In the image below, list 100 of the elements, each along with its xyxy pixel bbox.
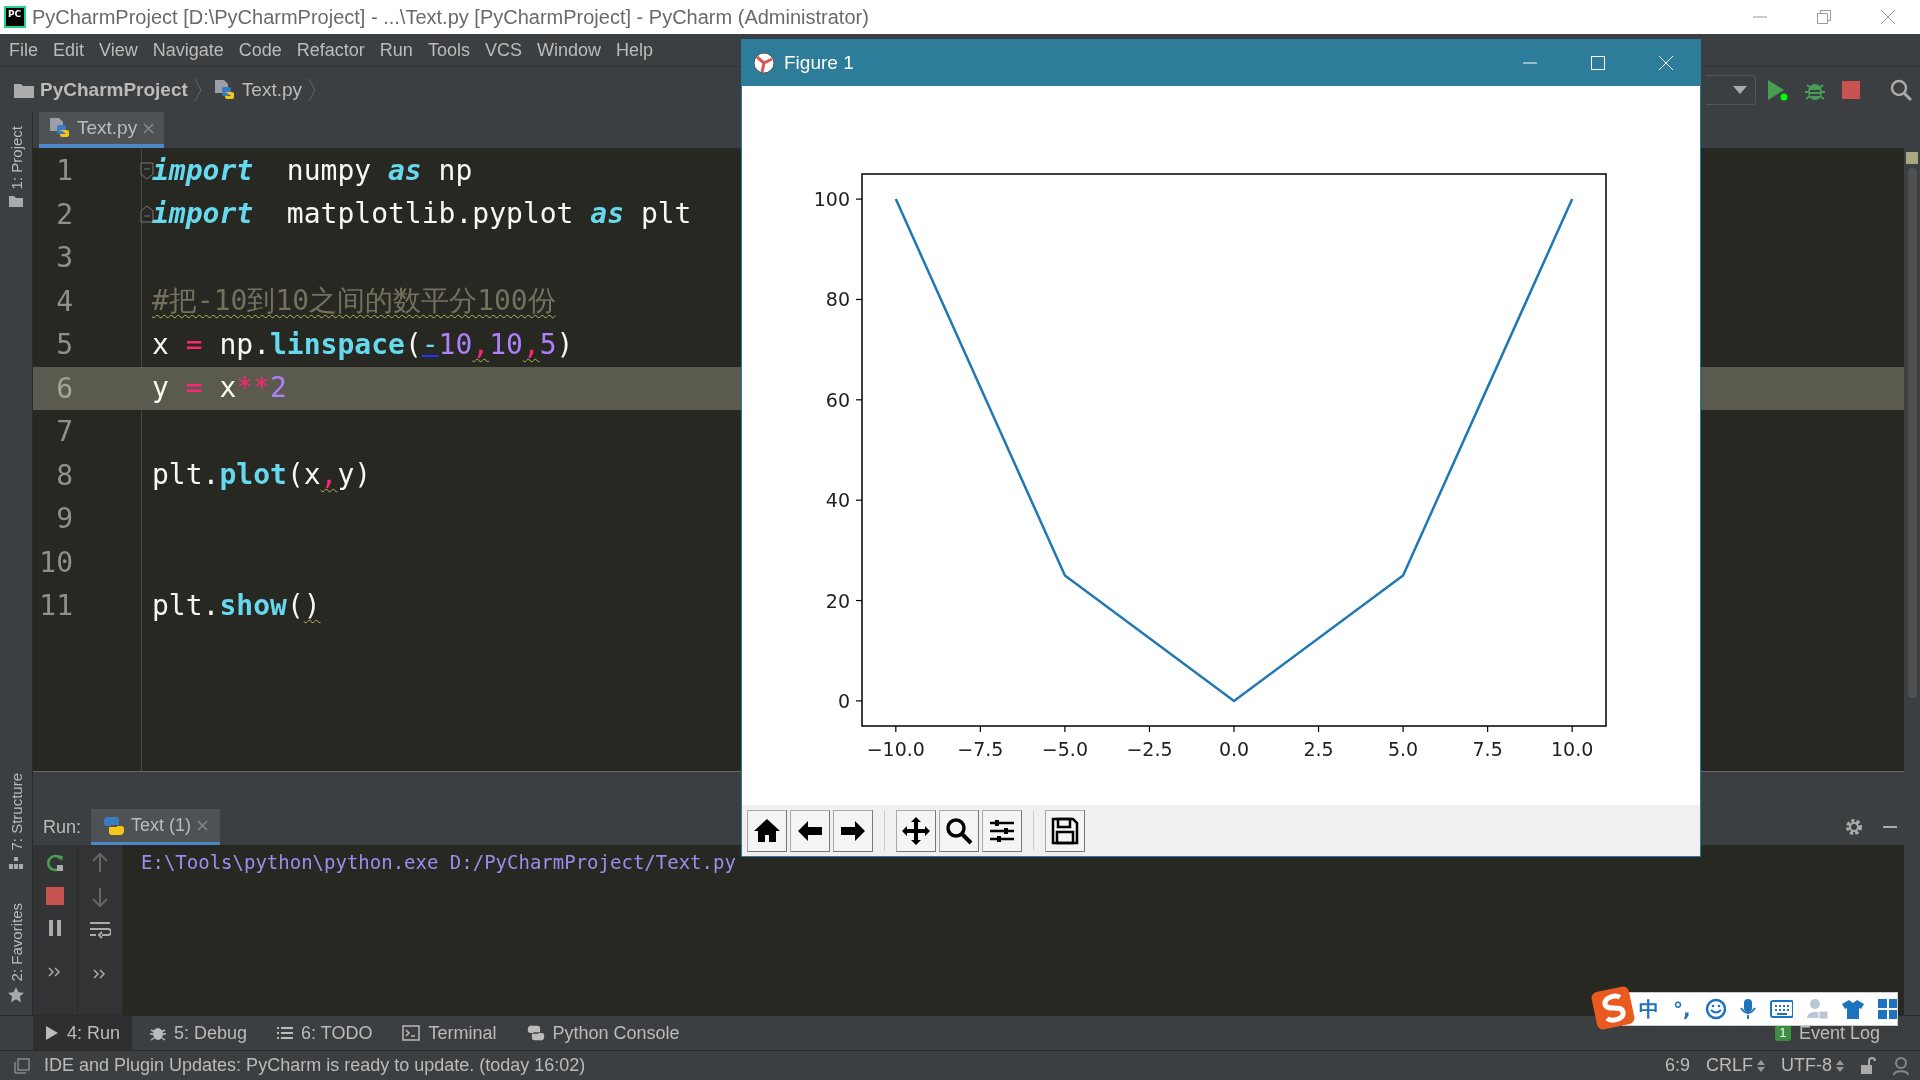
code-line: x = np.linspace(-10,10,5): [152, 326, 574, 363]
tool-window-button[interactable]: 2: Favorites: [7, 902, 25, 981]
grid-icon[interactable]: [1877, 999, 1897, 1019]
run-configuration-dropdown[interactable]: [1706, 74, 1756, 105]
line-number: 10: [38, 545, 73, 579]
tick-mark: [979, 725, 981, 733]
menu-item[interactable]: Edit: [53, 39, 85, 61]
stop-icon[interactable]: [1842, 80, 1860, 99]
figure-title: Figure 1: [784, 52, 854, 74]
line-separator-selector[interactable]: CRLF: [1706, 1055, 1765, 1076]
magnifier-icon: [944, 815, 974, 846]
caret-position[interactable]: 6:9: [1664, 1055, 1690, 1076]
input-method-button[interactable]: 中: [1639, 995, 1659, 1023]
tick-mark: [855, 198, 863, 200]
more-icon[interactable]: [48, 967, 62, 977]
tick-mark: [895, 725, 897, 733]
sliders-button[interactable]: [982, 809, 1022, 852]
menu-item[interactable]: View: [99, 39, 138, 61]
line-number: 6: [55, 371, 73, 405]
line-number: 1: [55, 154, 73, 188]
floppy-disk-button[interactable]: [1045, 809, 1085, 852]
forward-arrow-button[interactable]: [833, 809, 873, 852]
console-output: E:\Tools\python\python.exe D:/PyCharmProject/Text.py: [140, 850, 736, 873]
magnifier-button[interactable]: [939, 809, 979, 852]
back-arrow-button[interactable]: [790, 809, 830, 852]
tick-label: −7.5: [957, 738, 1004, 760]
tick-label: −5.0: [1041, 738, 1088, 760]
move-button[interactable]: [896, 809, 936, 852]
search-icon[interactable]: [1890, 78, 1912, 101]
tool-window-tab[interactable]: Python Console: [514, 1016, 692, 1050]
tick-label: 2.5: [1303, 738, 1334, 760]
bug-icon: [150, 1025, 167, 1041]
lock-icon[interactable]: [1860, 1056, 1876, 1075]
tool-window-tab[interactable]: 5: Debug: [138, 1016, 260, 1050]
tick-label: −10.0: [866, 738, 925, 760]
line-number: 5: [55, 328, 73, 362]
list-icon: [277, 1026, 294, 1040]
file-breadcrumb[interactable]: Text.py: [241, 78, 303, 101]
menu-item[interactable]: File: [9, 39, 38, 61]
line-number: 2: [55, 197, 73, 231]
move-icon: [901, 815, 931, 846]
menu-item[interactable]: Code: [238, 39, 282, 61]
panel-toggle-icon[interactable]: [14, 1057, 30, 1074]
run-icon[interactable]: [1766, 78, 1788, 101]
home-button[interactable]: [747, 809, 787, 852]
tool-window-button[interactable]: 7: Structure: [7, 773, 25, 851]
event-log-button[interactable]: Event Log: [1798, 1022, 1880, 1044]
star-icon: [8, 987, 24, 1003]
up-down-arrows-icon: [1836, 1059, 1844, 1072]
status-message[interactable]: IDE and Plugin Updates: PyCharm is ready to update. (today 16:02): [44, 1055, 586, 1076]
tick-mark: [1233, 725, 1235, 733]
tick-label: 80: [825, 288, 850, 311]
menu-item[interactable]: Tools: [427, 39, 470, 61]
terminal-icon: [402, 1025, 421, 1041]
tick-mark: [855, 700, 863, 702]
tick-mark: [855, 599, 863, 602]
run-tab[interactable]: Text (1): [91, 809, 221, 845]
smiley-icon[interactable]: [1704, 998, 1726, 1020]
menu-item[interactable]: VCS: [484, 39, 522, 61]
tick-label: 10.0: [1551, 738, 1594, 760]
fold-icon[interactable]: [140, 161, 154, 180]
tool-window-tab[interactable]: 6: TODO: [265, 1016, 385, 1050]
tick-mark: [1148, 725, 1151, 733]
tick-mark: [855, 298, 863, 301]
structure-icon: [9, 856, 23, 869]
line-number: 3: [55, 241, 73, 275]
rerun-icon[interactable]: [45, 853, 65, 873]
fold-icon[interactable]: [140, 205, 154, 224]
tool-window-tab[interactable]: 4: Run: [33, 1016, 133, 1050]
maximize-icon[interactable]: [1590, 55, 1606, 71]
menu-item[interactable]: Navigate: [152, 39, 224, 61]
encoding-selector[interactable]: UTF-8: [1781, 1055, 1844, 1076]
tick-mark: [1064, 725, 1066, 733]
python-icon: [103, 814, 126, 837]
window-title: PyCharmProject [D:\PyCharmProject] - ...\Text.py [PyCharmProject] - PyCharm (Administrator): [32, 5, 870, 29]
microphone-icon[interactable]: [1740, 998, 1756, 1020]
python-file-icon: [49, 117, 71, 139]
tick-mark: [1402, 725, 1404, 733]
chevron-icon: [308, 77, 317, 102]
line-number: 7: [55, 415, 73, 449]
more-icon[interactable]: [93, 969, 107, 979]
tick-label: 60: [825, 388, 850, 411]
settings-icon[interactable]: [1844, 817, 1864, 837]
menu-item[interactable]: Run: [379, 39, 413, 61]
tick-label: 0: [837, 689, 850, 712]
keyboard-icon[interactable]: [1769, 1000, 1793, 1018]
close-icon[interactable]: [1880, 9, 1896, 25]
app-logo: PC: [4, 6, 26, 28]
soft-wrap-icon[interactable]: [89, 921, 111, 939]
tool-window-button[interactable]: 1: Project: [7, 126, 25, 190]
shirt-icon[interactable]: [1842, 999, 1864, 1019]
pause-icon[interactable]: [47, 919, 63, 937]
restore-icon[interactable]: [1816, 9, 1832, 25]
input-method-button[interactable]: °,: [1673, 997, 1691, 1021]
project-breadcrumb[interactable]: PyCharmProject: [40, 78, 188, 101]
menu-item[interactable]: Refactor: [296, 39, 365, 61]
editor-tab[interactable]: Text.py: [39, 112, 165, 148]
menu-item[interactable]: Help: [615, 39, 653, 61]
menu-item[interactable]: Window: [536, 39, 601, 61]
tool-window-tab[interactable]: Terminal: [390, 1016, 509, 1050]
